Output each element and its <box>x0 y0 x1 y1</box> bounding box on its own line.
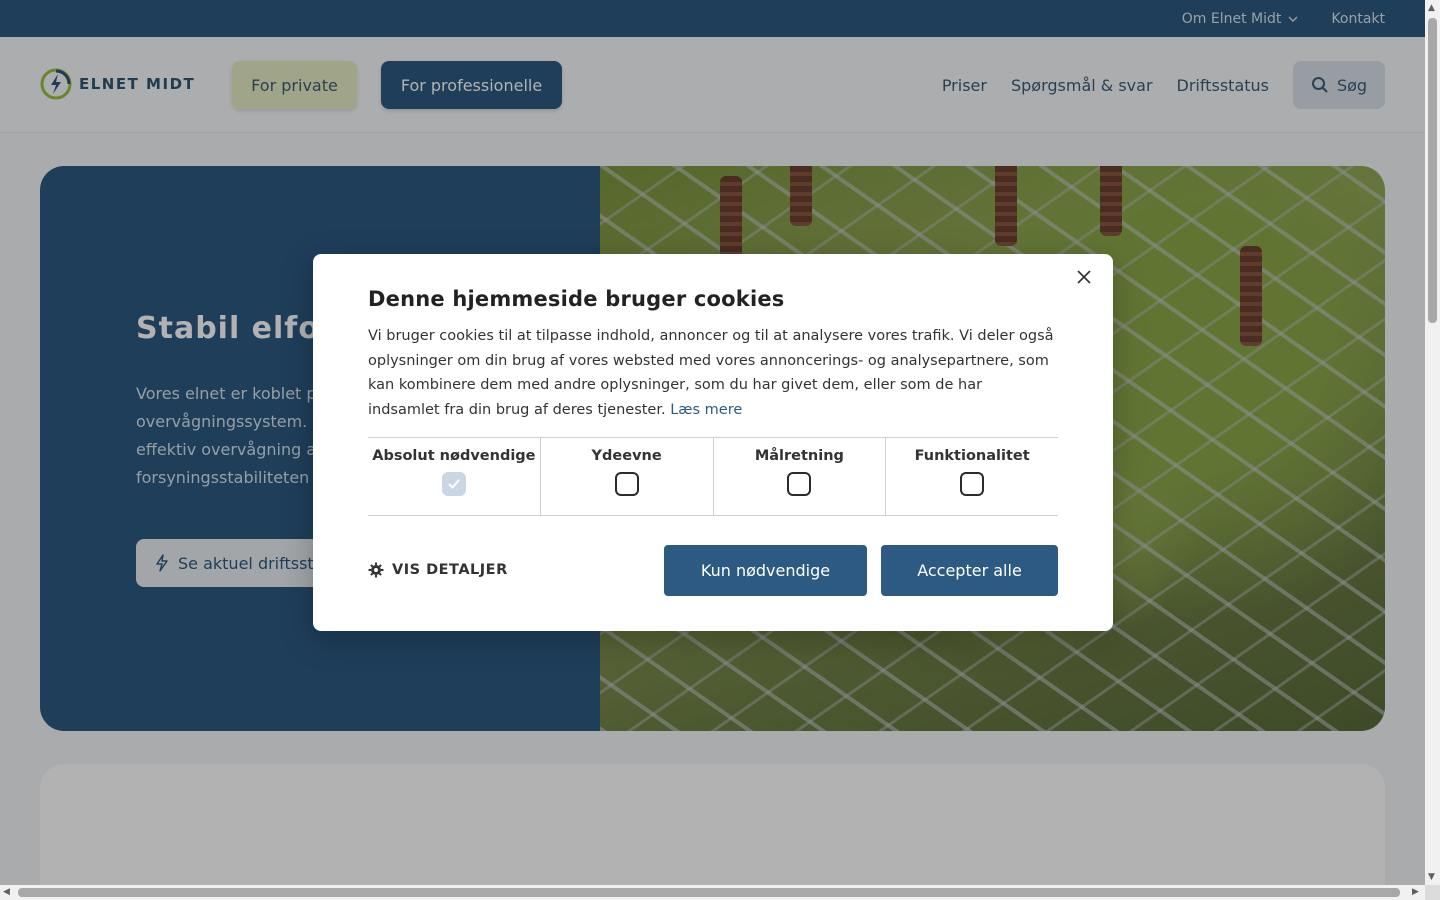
category-label: Absolut nødvendige <box>372 448 536 464</box>
horizontal-scrollbar[interactable]: ◀ ▶ <box>0 885 1425 900</box>
category-functionality: Funktionalitet <box>886 438 1058 515</box>
performance-checkbox[interactable] <box>614 472 639 496</box>
close-icon[interactable] <box>1075 268 1093 286</box>
cookie-title: Denne hjemmeside bruger cookies <box>368 287 785 311</box>
category-necessary: Absolut nødvendige <box>368 438 541 515</box>
show-details-button[interactable]: VIS DETALJER <box>368 562 508 578</box>
targeting-checkbox[interactable] <box>787 472 812 496</box>
details-label: VIS DETALJER <box>392 562 508 578</box>
checkmark-icon <box>448 479 460 489</box>
cookie-text: Vi bruger cookies til at tilpasse indhol… <box>368 324 1058 422</box>
scroll-up-arrow[interactable]: ▲ <box>1428 3 1435 13</box>
scroll-right-arrow[interactable]: ▶ <box>1412 887 1419 897</box>
necessary-checkbox <box>441 472 466 496</box>
vertical-scrollbar[interactable]: ▲ ▼ <box>1425 0 1440 885</box>
scrollbar-corner <box>1425 885 1440 900</box>
read-more-link[interactable]: Læs mere <box>670 402 742 418</box>
cookie-dialog: Denne hjemmeside bruger cookies Vi bruge… <box>313 254 1113 631</box>
scroll-left-arrow[interactable]: ◀ <box>3 887 10 897</box>
vertical-scroll-thumb[interactable] <box>1428 18 1437 323</box>
accept-all-button[interactable]: Accepter alle <box>881 545 1058 596</box>
category-targeting: Målretning <box>714 438 887 515</box>
category-label: Målretning <box>754 448 844 464</box>
only-necessary-button[interactable]: Kun nødvendige <box>664 545 867 596</box>
functionality-checkbox[interactable] <box>960 472 985 496</box>
category-label: Ydeevne <box>591 448 662 464</box>
category-performance: Ydeevne <box>541 438 714 515</box>
category-label: Funktionalitet <box>914 448 1030 464</box>
horizontal-scroll-thumb[interactable] <box>18 888 1400 897</box>
cookie-categories: Absolut nødvendige Ydeevne Målretning Fu… <box>368 437 1058 516</box>
gear-icon <box>368 562 384 578</box>
scroll-down-arrow[interactable]: ▼ <box>1428 872 1435 882</box>
